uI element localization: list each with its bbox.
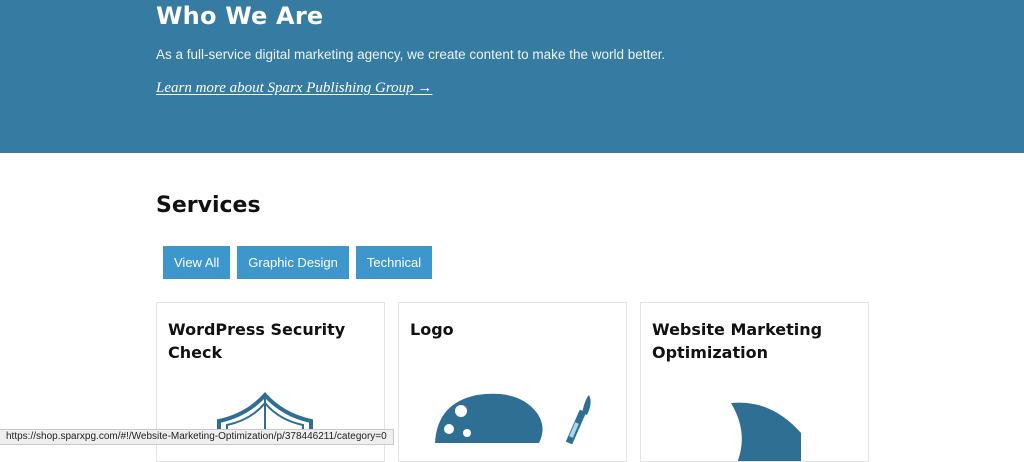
who-we-are-section: Who We Are As a full-service digital mar… (0, 0, 1024, 153)
filter-graphic-design-button[interactable]: Graphic Design (237, 246, 349, 279)
service-card-website-marketing[interactable]: Website Marketing Optimization (640, 302, 869, 462)
service-card-logo[interactable]: Logo (398, 302, 627, 462)
filter-view-all-button[interactable]: View All (163, 246, 231, 279)
services-heading: Services (156, 193, 261, 218)
who-we-are-heading: Who We Are (156, 2, 324, 30)
who-we-are-description: As a full-service digital marketing agen… (156, 47, 666, 62)
filter-technical-button[interactable]: Technical (355, 246, 433, 279)
service-filters: View All Graphic Design Technical (163, 246, 433, 279)
learn-more-link[interactable]: Learn more about Sparx Publishing Group … (156, 80, 432, 97)
paint-palette-icon (435, 393, 591, 445)
shark-fin-icon (731, 402, 801, 461)
